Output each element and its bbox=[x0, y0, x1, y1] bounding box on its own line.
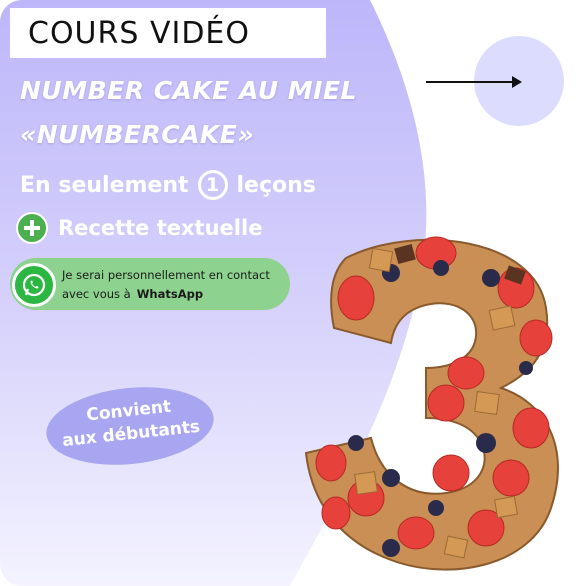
whatsapp-line1: Je serai personnellement en contact bbox=[62, 268, 270, 282]
lessons-count: En seulement 1 leçons bbox=[20, 170, 316, 200]
course-title-line1: NUMBER CAKE AU MIEL bbox=[20, 76, 357, 105]
lessons-prefix: En seulement bbox=[20, 172, 189, 198]
recipe-label: Recette textuelle bbox=[58, 216, 263, 240]
arrow-right-icon[interactable] bbox=[426, 72, 526, 92]
whatsapp-text: Je serai personnellement en contact avec… bbox=[62, 266, 270, 304]
whatsapp-brand: WhatsApp bbox=[136, 287, 204, 301]
course-title-line2: «NUMBERCAKE» bbox=[20, 120, 255, 149]
lessons-suffix: leçons bbox=[236, 172, 316, 198]
number-three-cake-image bbox=[304, 236, 559, 571]
whatsapp-line2: avec vous à WhatsApp bbox=[62, 285, 270, 304]
whatsapp-icon[interactable] bbox=[12, 263, 56, 307]
whatsapp-line2-prefix: avec vous à bbox=[62, 287, 131, 301]
page-title: COURS VIDÉO bbox=[28, 16, 250, 51]
plus-circle-icon bbox=[16, 212, 48, 244]
lessons-number: 1 bbox=[197, 170, 228, 200]
course-card[interactable]: COURS VIDÉO NUMBER CAKE AU MIEL «NUMBERC… bbox=[0, 0, 586, 586]
recipe-feature: Recette textuelle bbox=[16, 212, 262, 244]
